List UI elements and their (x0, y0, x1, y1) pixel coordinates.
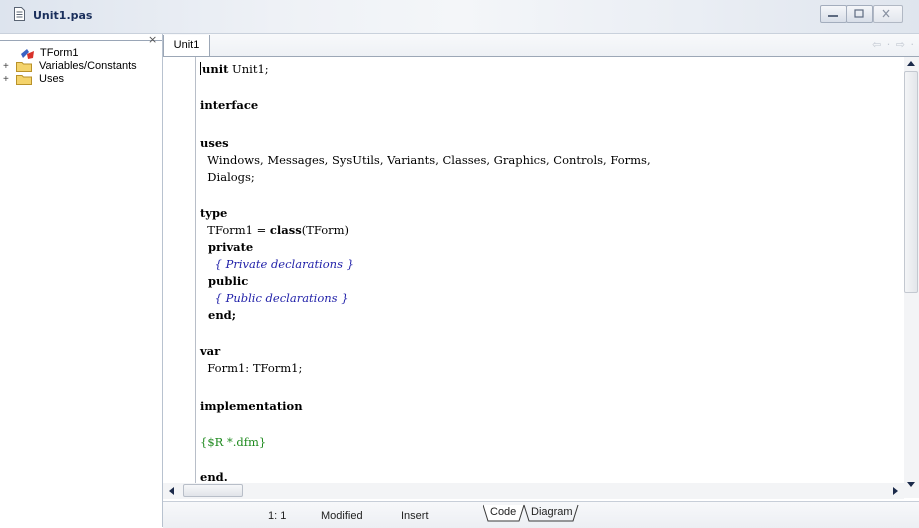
folder-icon (16, 62, 32, 72)
code-line: end. (200, 470, 228, 483)
navigation-arrows: ⇦ · ⇨ · (872, 38, 915, 51)
text-caret (200, 62, 201, 75)
vertical-scroll-thumb[interactable] (904, 71, 918, 293)
document-icon (14, 7, 25, 21)
tree-item-tform1[interactable]: TForm1 (20, 47, 160, 60)
code-line: { Public declarations } (200, 291, 349, 305)
insert-mode-indicator: Insert (401, 510, 429, 522)
structure-panel-header: × (0, 34, 162, 45)
close-icon (882, 9, 890, 18)
minimize-button[interactable] (820, 5, 847, 23)
forward-arrow-icon[interactable]: ⇨ · (896, 38, 915, 51)
code-line: var (200, 344, 221, 358)
cursor-position: 1: 1 (268, 510, 287, 522)
scroll-left-icon[interactable] (169, 487, 174, 495)
expand-toggle-icon[interactable]: + (3, 60, 9, 73)
modified-indicator: Modified (321, 510, 363, 522)
close-panel-icon[interactable]: × (148, 34, 157, 45)
scroll-right-icon[interactable] (893, 487, 898, 495)
form-icon (21, 49, 34, 59)
code-text-area[interactable]: unit Unit1; interface uses Windows, Mess… (196, 57, 904, 483)
editor-gutter (163, 57, 195, 483)
code-line: unit Unit1; (200, 62, 269, 76)
restore-button[interactable] (846, 5, 873, 23)
title-bar: Unit1.pas (0, 0, 919, 34)
code-line: public (200, 274, 249, 288)
back-arrow-icon[interactable]: ⇦ · (872, 38, 891, 51)
status-bar: 1: 1 Modified Insert Code Diagram (163, 501, 919, 528)
code-line: uses (200, 136, 229, 150)
editor-tab-strip: Unit1 ⇦ · ⇨ · (163, 34, 919, 57)
horizontal-scroll-thumb[interactable] (183, 484, 243, 497)
code-line: private (200, 240, 254, 254)
folder-icon (16, 75, 32, 85)
expand-toggle-icon[interactable]: + (3, 73, 9, 86)
tree-item-label: Uses (39, 73, 65, 85)
code-line: { Private declarations } (200, 257, 354, 271)
tree-item-label: Variables/Constants (39, 60, 137, 72)
close-button[interactable] (873, 5, 903, 23)
tab-diagram[interactable]: Diagram (531, 506, 573, 518)
code-line: implementation (200, 399, 303, 413)
tree-item-label: TForm1 (40, 47, 79, 59)
code-line: interface (200, 98, 259, 112)
structure-panel: × TForm1 + Variables/Constants + Uses (0, 34, 163, 527)
code-line: Dialogs; (200, 170, 255, 184)
code-line: end; (200, 308, 236, 322)
code-line: Form1: TForm1; (200, 361, 303, 375)
code-editor: Unit1 ⇦ · ⇨ · unit Unit1; interface uses… (163, 34, 919, 528)
code-line: TForm1 = class(TForm) (200, 223, 350, 237)
horizontal-scrollbar[interactable] (163, 483, 904, 499)
scroll-up-icon[interactable] (907, 61, 915, 66)
tree-item-uses[interactable]: + Uses (3, 73, 160, 86)
tab-code[interactable]: Code (490, 506, 516, 518)
vertical-scrollbar[interactable] (904, 57, 919, 498)
code-line: type (200, 206, 228, 220)
tree-item-variables-constants[interactable]: + Variables/Constants (3, 60, 160, 73)
restore-icon (854, 9, 864, 18)
tab-unit1[interactable]: Unit1 (163, 35, 210, 56)
code-line: Windows, Messages, SysUtils, Variants, C… (200, 153, 651, 167)
scroll-down-icon[interactable] (907, 482, 915, 487)
code-line: {$R *.dfm} (200, 435, 267, 449)
window-title: Unit1.pas (33, 9, 93, 22)
minimize-icon (828, 15, 838, 17)
